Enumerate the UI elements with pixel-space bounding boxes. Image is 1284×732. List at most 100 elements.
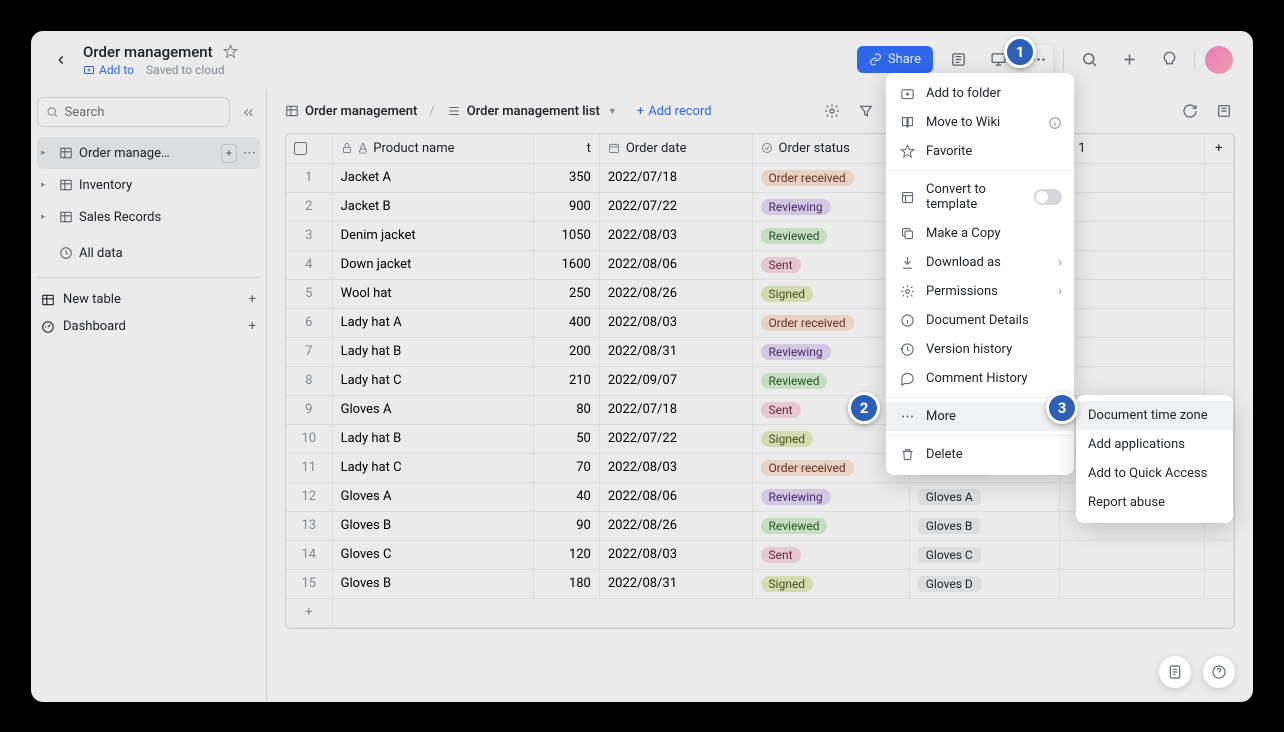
new-table-label: New table: [63, 292, 121, 307]
share-button[interactable]: Share: [857, 46, 933, 73]
table-row[interactable]: 6Lady hat A4002022/08/03Order received: [286, 308, 1234, 337]
table-row[interactable]: 15Gloves B1802022/08/31SignedGloves D: [286, 569, 1234, 598]
sidebar: ▸Order manage…+⋯▸Inventory▸Sales Records…: [31, 89, 267, 702]
menu-item[interactable]: Convert to template: [886, 175, 1074, 219]
download-icon: [898, 255, 916, 270]
table-icon: [41, 293, 55, 307]
search-icon[interactable]: [1074, 45, 1104, 75]
menu-item[interactable]: Move to Wiki: [886, 108, 1074, 137]
history-icon: [898, 342, 916, 357]
plus-icon: +: [249, 292, 256, 307]
read-mode-icon[interactable]: [943, 45, 973, 75]
menu-item[interactable]: Make a Copy: [886, 219, 1074, 248]
crumb1-label: Order management: [305, 104, 417, 119]
col-name: Product name: [373, 141, 454, 156]
menu-item[interactable]: Permissions›: [886, 277, 1074, 306]
new-table-button[interactable]: New table +: [37, 286, 260, 313]
dots-icon[interactable]: ⋯: [243, 146, 256, 161]
table-row[interactable]: 8Lady hat C2102022/09/07Reviewed: [286, 366, 1234, 395]
menu-item[interactable]: Download as›: [886, 248, 1074, 277]
bulb-icon[interactable]: [1154, 45, 1184, 75]
plus-icon: +: [249, 319, 256, 334]
dashboard-button[interactable]: Dashboard +: [37, 313, 260, 340]
share-label: Share: [888, 52, 921, 67]
add-row-button[interactable]: +: [286, 598, 332, 627]
data-table: A̲Product name t Order date Order status…: [285, 133, 1235, 629]
clock-icon: [59, 246, 73, 260]
col-date: Order date: [626, 141, 687, 156]
callout-1: 1: [1004, 36, 1036, 68]
template-icon: [898, 190, 916, 205]
table-row[interactable]: 14Gloves C1202022/08/03SentGloves C: [286, 540, 1234, 569]
add-to-button[interactable]: Add to: [83, 63, 134, 77]
add-icon[interactable]: [1114, 45, 1144, 75]
star-icon[interactable]: [223, 44, 238, 59]
back-button[interactable]: [47, 46, 75, 74]
comment-icon: [898, 371, 916, 386]
table-row[interactable]: 1Jacket A3502022/07/18Order received: [286, 163, 1234, 192]
sidebar-item[interactable]: ▸Inventory: [37, 169, 260, 201]
table-row[interactable]: 2Jacket B9002022/07/22Reviewing: [286, 192, 1234, 221]
submenu-item[interactable]: Add to Quick Access: [1076, 459, 1233, 488]
page-title: Order management: [83, 43, 213, 61]
chevron-down-icon: ▼: [608, 106, 617, 117]
menu-item[interactable]: Favorite: [886, 137, 1074, 166]
more-submenu: Document time zoneAdd applicationsAdd to…: [1076, 395, 1233, 523]
table-row[interactable]: 5Wool hat2502022/08/26SignedW: [286, 279, 1234, 308]
star-icon: [898, 144, 916, 159]
copy-icon: [898, 226, 916, 241]
gear-icon: [898, 284, 916, 299]
add-record-button[interactable]: +Add record: [637, 104, 712, 119]
sidebar-all-data[interactable]: All data: [37, 237, 260, 269]
all-data-label: All data: [79, 246, 256, 261]
calendar-icon: [608, 142, 620, 154]
menu-item[interactable]: Delete: [886, 440, 1074, 469]
help-float-icon[interactable]: [1203, 656, 1235, 688]
breadcrumb-table[interactable]: Order management: [285, 104, 417, 119]
menu-item[interactable]: Comment History: [886, 364, 1074, 393]
list-icon: [447, 104, 461, 118]
more-options-menu: Add to folderMove to WikiFavorite Convert…: [886, 73, 1074, 475]
table-row[interactable]: 7Lady hat B2002022/08/31Reviewing: [286, 337, 1234, 366]
table-icon: [285, 104, 299, 118]
doc-float-icon[interactable]: [1159, 656, 1191, 688]
add-icon[interactable]: +: [221, 144, 237, 163]
crumb2-label: Order management list: [467, 104, 600, 119]
collapse-sidebar-icon[interactable]: [236, 100, 260, 124]
add-column-button[interactable]: +: [1204, 134, 1233, 163]
submenu-item[interactable]: Add applications: [1076, 430, 1233, 459]
dots-icon: [898, 409, 916, 424]
lock-icon: [341, 142, 353, 154]
sidebar-item[interactable]: ▸Order manage…+⋯: [37, 137, 260, 169]
select-all-checkbox[interactable]: [294, 142, 307, 155]
avatar[interactable]: [1205, 46, 1233, 74]
submenu-item[interactable]: Document time zone: [1076, 401, 1233, 430]
col-status: Order status: [779, 141, 850, 156]
info-icon: [898, 313, 916, 328]
trash-icon: [898, 447, 916, 462]
menu-item[interactable]: Document Details: [886, 306, 1074, 335]
menu-item[interactable]: Version history: [886, 335, 1074, 364]
table-row[interactable]: 3Denim jacket10502022/08/03Reviewed: [286, 221, 1234, 250]
col-amount: t: [587, 141, 591, 156]
search-input[interactable]: [37, 97, 230, 127]
toggle[interactable]: [1034, 189, 1062, 205]
add-to-label: Add to: [99, 63, 134, 77]
callout-3: 3: [1046, 392, 1078, 424]
add-record-label: Add record: [648, 104, 711, 119]
wiki-icon: [898, 115, 916, 130]
refresh-icon[interactable]: [1179, 100, 1201, 122]
dashboard-label: Dashboard: [63, 319, 126, 334]
breadcrumb-view[interactable]: Order management list ▼: [447, 104, 617, 119]
folder-plus-icon: [898, 86, 916, 101]
submenu-item[interactable]: Report abuse: [1076, 488, 1233, 517]
settings-icon[interactable]: [821, 100, 843, 122]
filter-icon[interactable]: [855, 100, 877, 122]
menu-item[interactable]: Add to folder: [886, 79, 1074, 108]
dashboard-icon: [41, 320, 55, 334]
callout-2: 2: [848, 392, 880, 424]
table-row[interactable]: 4Down jacket16002022/08/06Sent: [286, 250, 1234, 279]
sidebar-item[interactable]: ▸Sales Records: [37, 201, 260, 233]
select-icon: [761, 142, 773, 154]
expand-icon[interactable]: [1213, 100, 1235, 122]
